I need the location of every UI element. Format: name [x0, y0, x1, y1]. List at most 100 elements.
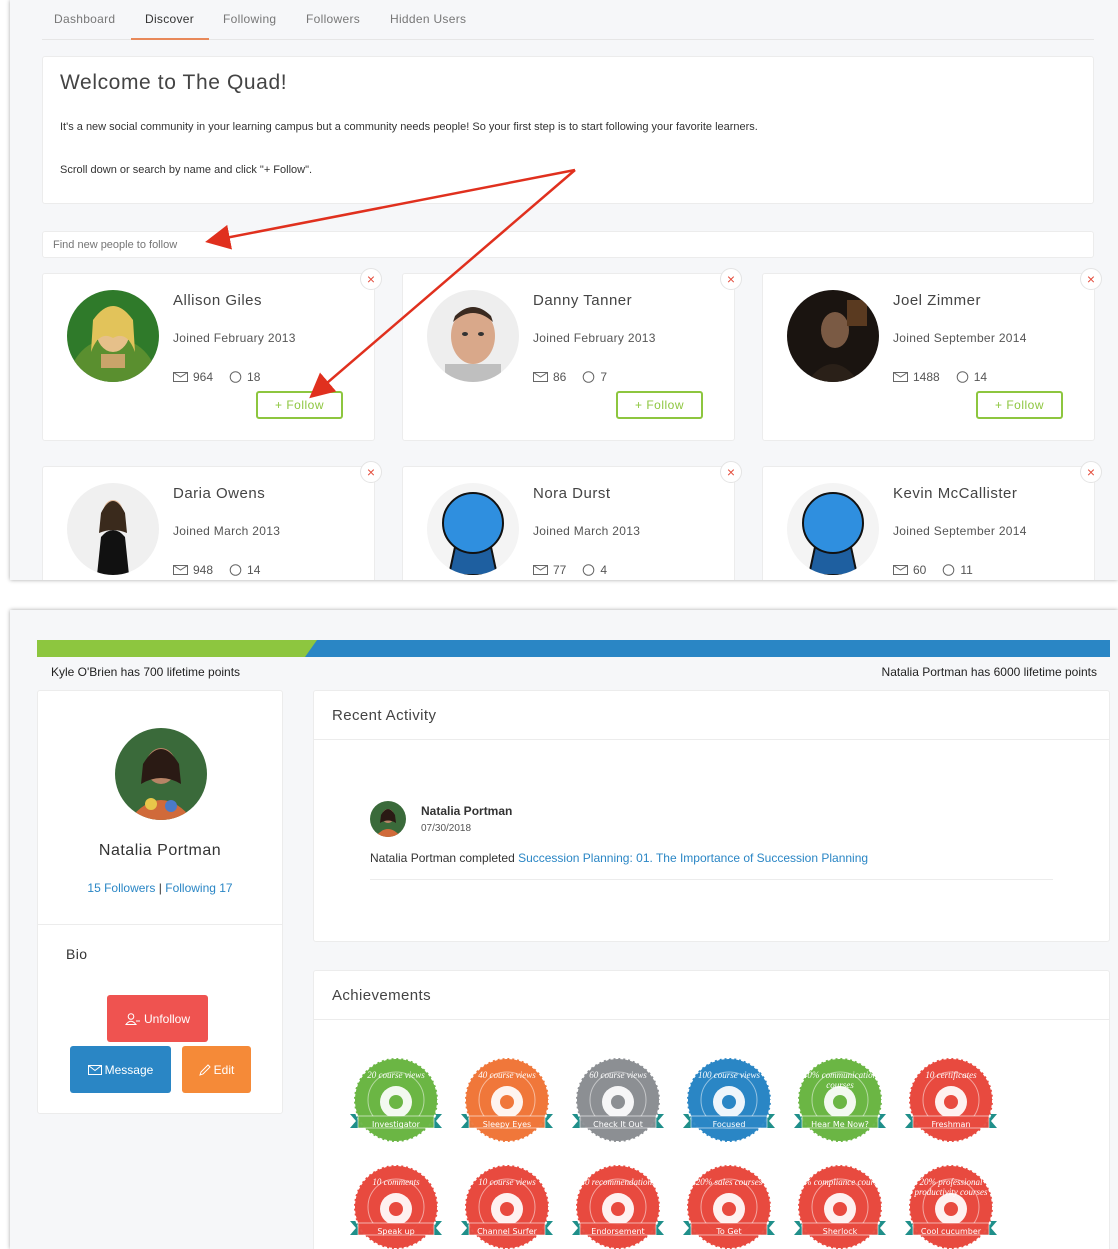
message-icon — [893, 372, 908, 382]
badge-caption: 40 course views — [478, 1070, 536, 1080]
following-link[interactable]: Following 17 — [165, 881, 232, 895]
profile-name: Natalia Portman — [98, 842, 222, 859]
achievement-badge[interactable]: 10 recommendations Endorsement — [570, 1163, 666, 1249]
badge-caption: 20% professional productivity courses — [914, 1177, 988, 1197]
person-joined: Joined September 2014 — [893, 524, 1027, 538]
message-icon — [173, 372, 188, 382]
close-icon[interactable]: × — [360, 268, 382, 290]
achievement-badge[interactable]: 60 course views Check It Out — [570, 1056, 666, 1152]
tab-following[interactable]: Following — [223, 12, 276, 26]
person-joined: Joined February 2013 — [533, 331, 656, 345]
welcome-line-1: It's a new social community in your lear… — [60, 121, 758, 133]
comment-icon — [229, 371, 242, 383]
search-people-input[interactable] — [42, 231, 1094, 258]
close-icon[interactable]: × — [1080, 461, 1102, 483]
person-name[interactable]: Joel Zimmer — [893, 292, 981, 309]
person-stats: 86 7 — [533, 370, 607, 384]
messages-count: 60 — [913, 563, 927, 577]
avatar — [370, 801, 406, 837]
tab-bar: Dashboard Discover Following Followers H… — [42, 0, 1094, 40]
course-link[interactable]: Succession Planning: 01. The Importance … — [518, 851, 868, 865]
badge-label: Cool cucumber — [920, 1227, 982, 1236]
person-card: Nora Durst Joined March 2013 77 4 × — [402, 461, 742, 580]
achievement-badge[interactable]: 100 course views Focused — [681, 1056, 777, 1152]
person-joined: Joined March 2013 — [533, 524, 641, 538]
message-button[interactable]: Message — [70, 1046, 171, 1093]
achievement-badge[interactable]: 40 course views Sleepy Eyes — [459, 1056, 555, 1152]
badge-label: Speak up — [377, 1227, 415, 1236]
avatar — [67, 483, 159, 575]
avatar — [115, 728, 207, 820]
tab-hidden-users[interactable]: Hidden Users — [390, 12, 466, 26]
unfollow-button[interactable]: Unfollow — [107, 995, 208, 1042]
person-card: Allison Giles Joined February 2013 964 1… — [42, 268, 382, 441]
achievement-badge[interactable]: 10 comments Speak up — [348, 1163, 444, 1249]
follow-button[interactable]: + Follow — [256, 391, 343, 419]
message-icon — [533, 372, 548, 382]
exclamation-icon — [572, 1164, 664, 1249]
person-name[interactable]: Allison Giles — [173, 292, 262, 309]
tab-dashboard[interactable]: Dashboard — [54, 12, 115, 26]
person-card: Daria Owens Joined March 2013 948 14 × — [42, 461, 382, 580]
person-name[interactable]: Danny Tanner — [533, 292, 632, 309]
welcome-title: Welcome to The Quad! — [60, 71, 288, 94]
close-icon[interactable]: × — [360, 461, 382, 483]
messages-count: 964 — [193, 370, 214, 384]
follow-button[interactable]: + Follow — [616, 391, 703, 419]
pencil-icon — [198, 1063, 211, 1076]
close-icon[interactable]: × — [1080, 268, 1102, 290]
achievement-badge[interactable]: 40% communication courses Hear Me Now? — [792, 1056, 888, 1152]
messages-count: 77 — [553, 563, 567, 577]
points-left: Kyle O'Brien has 700 lifetime points — [51, 665, 241, 679]
comment-icon — [583, 564, 595, 576]
close-icon[interactable]: × — [720, 461, 742, 483]
profile-card: Natalia Portman 15 Followers | Following… — [37, 690, 283, 1114]
activity-user-name[interactable]: Natalia Portman — [421, 804, 512, 818]
achievements-header: Achievements — [314, 971, 1109, 1020]
avatar — [67, 290, 159, 382]
follow-counts: 15 Followers | Following 17 — [38, 881, 282, 895]
tab-followers[interactable]: Followers — [306, 12, 360, 26]
points-bar-right — [305, 640, 1110, 657]
badge-caption: 10 recommendations — [580, 1177, 656, 1187]
comments-count: 14 — [247, 563, 261, 577]
badge-label: Check It Out — [593, 1120, 643, 1129]
badge-label: Freshman — [931, 1120, 971, 1129]
person-stats: 948 14 — [173, 563, 260, 577]
achievement-badge[interactable]: 20% compliance courses Sherlock — [792, 1163, 888, 1249]
unfollow-label: Unfollow — [143, 1011, 191, 1026]
person-stats: 60 11 — [893, 563, 973, 577]
person-joined: Joined February 2013 — [173, 331, 296, 345]
points-right: Natalia Portman has 6000 lifetime points — [881, 665, 1097, 679]
badge-label: Endorsement — [591, 1227, 645, 1236]
comment-icon — [956, 371, 969, 383]
avatar — [787, 290, 879, 382]
tab-discover[interactable]: Discover — [145, 12, 194, 26]
messages-count: 948 — [193, 563, 214, 577]
user-minus-icon — [124, 1012, 140, 1025]
achievement-badge[interactable]: 20% professional productivity courses Coo… — [903, 1163, 999, 1249]
achievement-badge[interactable]: 20 course views Investigator — [348, 1056, 444, 1152]
bio-label: Bio — [66, 946, 88, 962]
badge-caption: 20% compliance courses — [795, 1177, 885, 1187]
achievement-badge[interactable]: 10 course views Channel Surfer — [459, 1163, 555, 1249]
close-icon[interactable]: × — [720, 268, 742, 290]
person-card: Kevin McCallister Joined September 2014 … — [762, 461, 1102, 580]
person-name[interactable]: Kevin McCallister — [893, 485, 1017, 502]
number-one-icon — [683, 1164, 775, 1249]
person-stats: 77 4 — [533, 563, 607, 577]
person-name[interactable]: Nora Durst — [533, 485, 611, 502]
person-name[interactable]: Daria Owens — [173, 485, 265, 502]
badge-caption: 20 course views — [367, 1070, 425, 1080]
welcome-line-2: Scroll down or search by name and click … — [60, 164, 313, 176]
follow-button[interactable]: + Follow — [976, 391, 1063, 419]
edit-button[interactable]: Edit — [182, 1046, 251, 1093]
achievement-badge[interactable]: 10 certificates Freshman — [903, 1056, 999, 1152]
active-tab-indicator — [131, 38, 209, 40]
followers-link[interactable]: 15 Followers — [87, 881, 155, 895]
achievements-box: Achievements 20 course views Investigator… — [313, 970, 1110, 1249]
activity-description: Natalia Portman completed — [370, 851, 519, 865]
achievement-badge[interactable]: 20% sales courses To Get — [681, 1163, 777, 1249]
badge-label: Investigator — [372, 1120, 420, 1129]
default-avatar — [427, 483, 519, 575]
